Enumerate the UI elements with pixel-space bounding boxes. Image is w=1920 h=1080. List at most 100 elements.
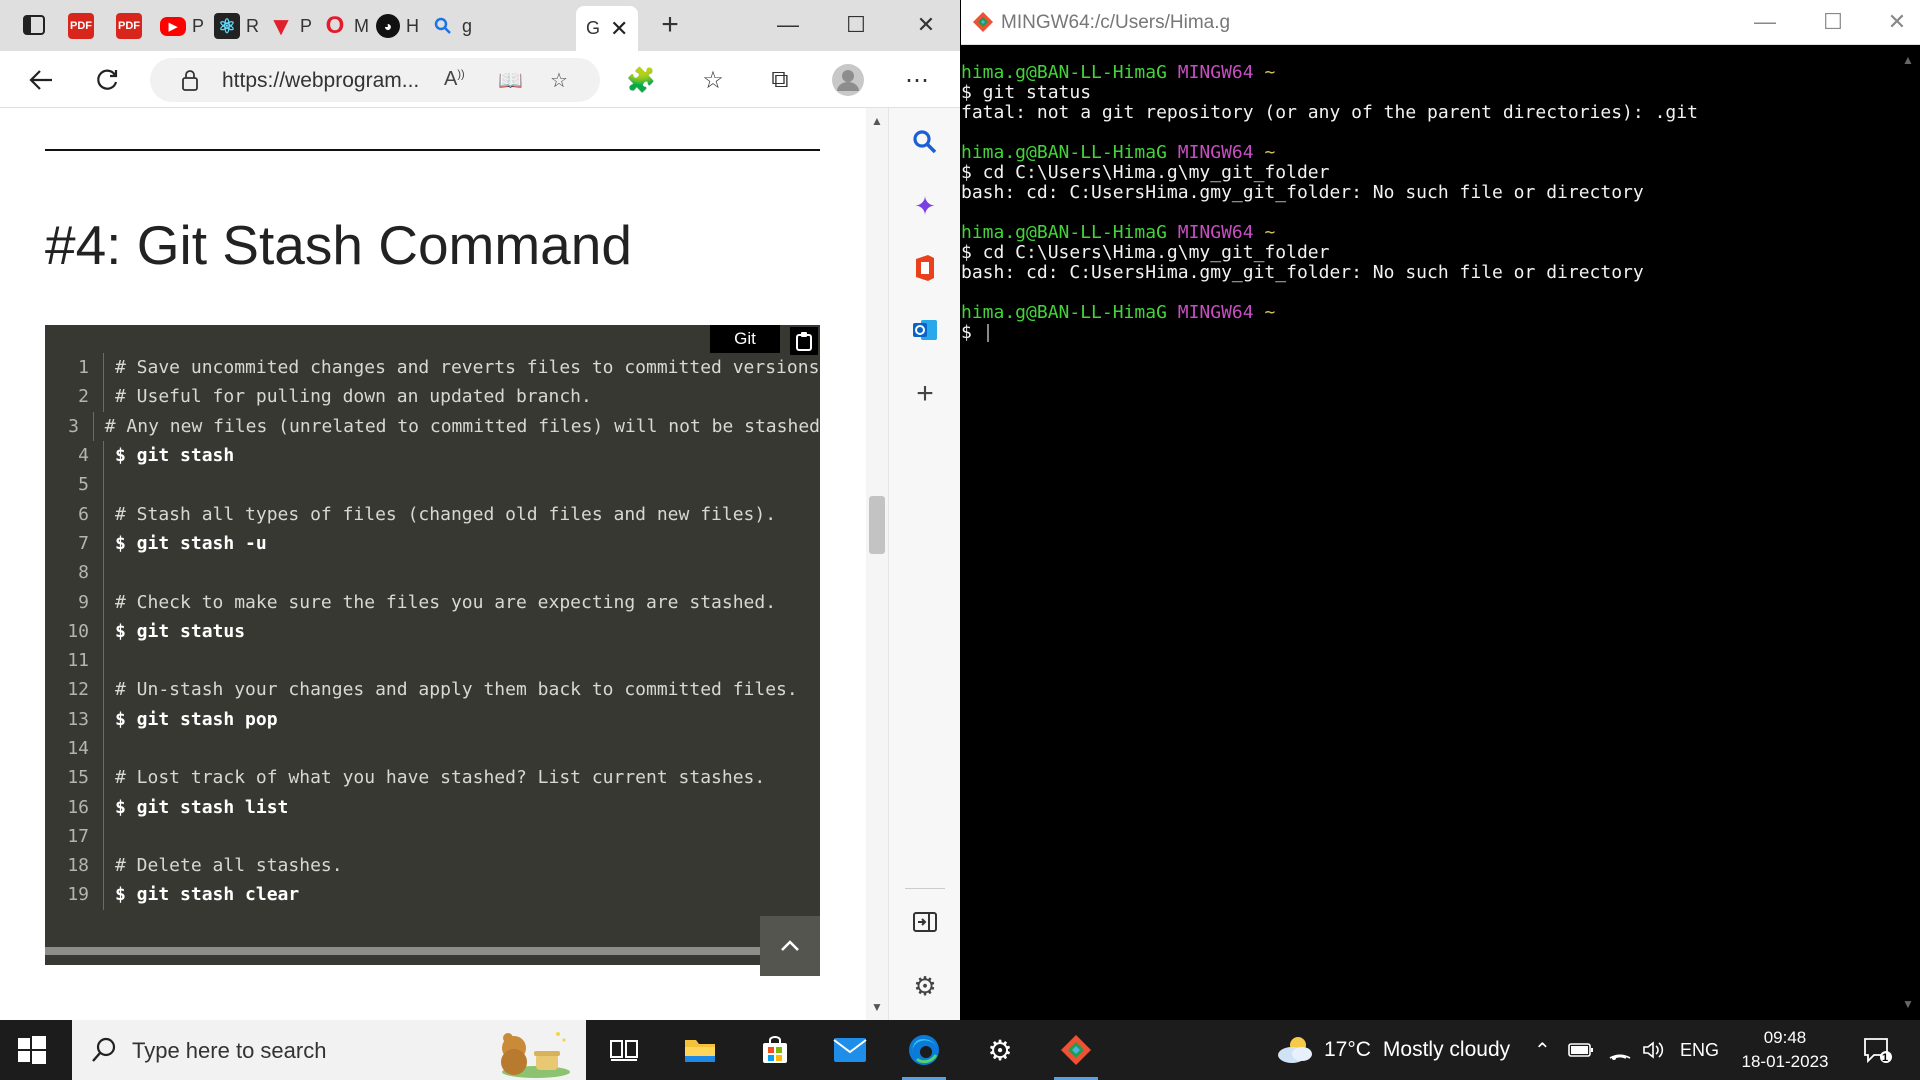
code-line: 10 $ git status xyxy=(45,616,820,646)
code-line: 16 $ git stash list xyxy=(45,792,820,822)
gutter-divider xyxy=(103,470,104,500)
more-icon[interactable]: ⋯ xyxy=(900,63,934,97)
line-number: 3 xyxy=(68,415,79,437)
scroll-up-icon[interactable]: ▲ xyxy=(1902,53,1914,67)
line-number: 10 xyxy=(67,620,89,642)
profile-avatar[interactable] xyxy=(831,63,865,97)
favorites-icon[interactable]: ☆ xyxy=(696,63,730,97)
close-window-icon[interactable]: ✕ xyxy=(906,8,946,42)
search-highlight-illustration-icon xyxy=(501,1032,570,1078)
tab-actions-icon[interactable] xyxy=(14,8,54,42)
immersive-reader-icon[interactable]: 📖 xyxy=(498,68,523,93)
terminal-line: bash: cd: C:UsersHima.gmy_git_folder: No… xyxy=(961,182,1644,203)
show-hidden-icons-icon[interactable]: ⌃ xyxy=(1534,1020,1551,1080)
extensions-icon[interactable]: 🧩 xyxy=(624,63,658,97)
scroll-to-top-button[interactable] xyxy=(760,916,820,976)
tab-pdf-2[interactable]: PDF xyxy=(116,9,142,43)
clock[interactable]: 09:48 18-01-2023 xyxy=(1730,1026,1840,1074)
tab-youtube[interactable]: ▶ P xyxy=(160,9,204,43)
gutter-divider xyxy=(103,353,104,383)
minimize-icon[interactable]: — xyxy=(768,8,808,42)
tab-label: g xyxy=(462,15,473,36)
settings-gear-icon[interactable]: ⚙ xyxy=(907,968,943,1004)
add-favorite-icon[interactable]: ☆ xyxy=(550,68,568,93)
line-number: 15 xyxy=(67,767,89,789)
tab-pdf-1[interactable]: PDF xyxy=(68,9,94,43)
sidebar-divider xyxy=(905,888,945,889)
office-icon[interactable] xyxy=(907,250,943,286)
wifi-icon[interactable] xyxy=(1608,1020,1632,1080)
tab-github[interactable]: ◕ H xyxy=(376,9,419,43)
weather-widget[interactable]: 17°C Mostly cloudy xyxy=(1274,1020,1510,1080)
tab-v[interactable]: ▼ P xyxy=(268,9,312,43)
tab-active[interactable]: G ✕ xyxy=(576,6,638,51)
gutter-divider xyxy=(103,763,104,793)
add-icon[interactable]: + xyxy=(907,376,943,412)
git-bash-icon[interactable] xyxy=(1054,1028,1098,1080)
volume-icon[interactable] xyxy=(1642,1020,1666,1080)
page-scrollbar[interactable]: ▲ ▼ xyxy=(866,108,888,1020)
back-icon[interactable] xyxy=(24,63,58,97)
terminal-window: MINGW64:/c/Users/Hima.g — ☐ ✕ hima.g@BAN… xyxy=(961,0,1920,1020)
file-explorer-icon[interactable] xyxy=(678,1028,722,1072)
opera-icon: O xyxy=(325,12,345,39)
task-view-icon[interactable] xyxy=(602,1028,646,1072)
copy-code-icon[interactable] xyxy=(790,327,818,355)
microsoft-store-icon[interactable] xyxy=(753,1028,797,1072)
search-icon xyxy=(92,1037,116,1062)
hide-sidebar-icon[interactable] xyxy=(907,904,943,940)
terminal-input-line: $ xyxy=(961,323,1896,343)
tab-opera[interactable]: O M xyxy=(322,9,369,43)
react-icon: ⚛ xyxy=(214,13,240,39)
gutter-divider xyxy=(103,645,104,676)
gutter-divider xyxy=(103,382,104,412)
code-comment: # Un-stash your changes and apply them b… xyxy=(115,679,798,701)
scroll-down-icon[interactable]: ▼ xyxy=(1902,997,1914,1011)
line-number: 8 xyxy=(78,562,89,584)
outlook-icon[interactable] xyxy=(907,312,943,348)
code-line: 15 # Lost track of what you have stashed?… xyxy=(45,763,820,793)
mail-icon[interactable] xyxy=(828,1028,872,1072)
close-tab-icon[interactable]: ✕ xyxy=(610,16,628,42)
minimize-icon[interactable]: — xyxy=(1745,5,1785,39)
git-bash-icon xyxy=(973,12,993,32)
prompt-user: hima.g@BAN-LL-HimaG xyxy=(961,222,1167,243)
battery-icon[interactable] xyxy=(1568,1020,1594,1080)
windows-start-icon[interactable] xyxy=(16,1034,48,1066)
notification-center-icon[interactable]: 1 xyxy=(1862,1020,1892,1080)
settings-gear-icon[interactable]: ⚙ xyxy=(978,1028,1022,1072)
search-icon[interactable] xyxy=(907,124,943,160)
address-bar[interactable]: https://webprogram... A)) 📖 ☆ xyxy=(150,58,600,102)
lock-icon xyxy=(182,70,198,91)
scroll-up-icon[interactable]: ▲ xyxy=(871,114,883,128)
gutter-divider xyxy=(103,704,104,734)
terminal-scrollbar[interactable]: ▲ ▼ xyxy=(1896,45,1920,1020)
edge-sidebar: ✦ + ⚙ xyxy=(888,108,960,1020)
scroll-thumb[interactable] xyxy=(869,496,885,554)
line-number: 18 xyxy=(67,855,89,877)
line-number: 14 xyxy=(67,738,89,759)
code-command: $ git stash xyxy=(115,445,235,467)
prompt-host: MINGW64 xyxy=(1177,302,1254,323)
read-aloud-icon[interactable]: A)) xyxy=(444,68,465,91)
line-number: 6 xyxy=(78,503,89,525)
refresh-icon[interactable] xyxy=(90,63,124,97)
taskbar-search[interactable]: Type here to search xyxy=(72,1020,586,1080)
maximize-icon[interactable]: ☐ xyxy=(836,8,876,42)
edge-browser-icon[interactable] xyxy=(902,1028,946,1080)
tab-search[interactable]: g xyxy=(430,9,472,43)
collections-icon[interactable]: ⧉ xyxy=(763,63,797,97)
gutter-divider xyxy=(103,587,104,617)
terminal-output[interactable]: hima.g@BAN-LL-HimaG MINGW64 ~ $ git statu… xyxy=(961,45,1896,1020)
tab-react[interactable]: ⚛ R xyxy=(214,9,259,43)
terminal-prompt: hima.g@BAN-LL-HimaG MINGW64 ~ xyxy=(961,143,1896,163)
new-tab-icon[interactable]: + xyxy=(650,8,690,42)
tab-strip: PDF PDF ▶ P ⚛ R ▼ P O M ◕ H g G ✕ + — ☐ … xyxy=(0,0,960,51)
code-scrollbar[interactable] xyxy=(45,947,775,955)
copilot-sparkle-icon[interactable]: ✦ xyxy=(907,188,943,224)
close-window-icon[interactable]: ✕ xyxy=(1877,5,1917,39)
scroll-down-icon[interactable]: ▼ xyxy=(871,1000,883,1014)
language-indicator[interactable]: ENG xyxy=(1680,1020,1719,1080)
maximize-icon[interactable]: ☐ xyxy=(1813,5,1853,39)
line-number: 11 xyxy=(67,650,89,672)
